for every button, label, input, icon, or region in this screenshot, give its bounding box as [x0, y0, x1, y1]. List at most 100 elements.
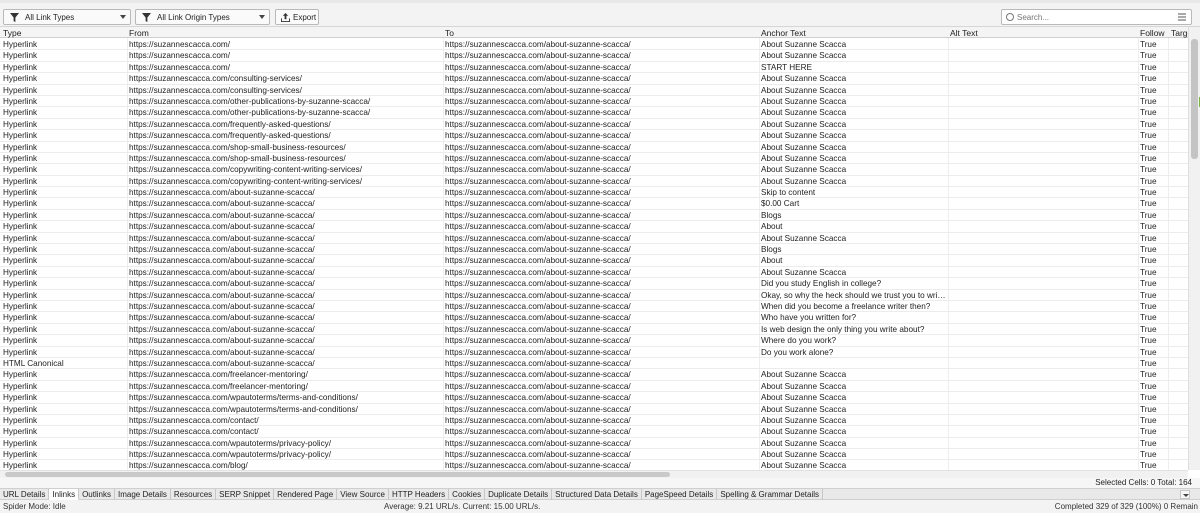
- table-row[interactable]: Hyperlink https://suzannescacca.com/shop-…: [0, 153, 1188, 165]
- table-row[interactable]: Hyperlink https://suzannescacca.com/frequ…: [0, 130, 1188, 142]
- cell-follow: True: [1140, 74, 1157, 84]
- table-row[interactable]: Hyperlink https://suzannescacca.com/conta…: [0, 426, 1188, 438]
- table-row[interactable]: Hyperlink https://suzannescacca.com/about…: [0, 221, 1188, 233]
- export-button[interactable]: Export: [275, 9, 319, 25]
- cell-to: https://suzannescacca.com/about-suzanne-…: [445, 336, 631, 346]
- search-input[interactable]: [1017, 12, 1167, 22]
- scroll-thumb[interactable]: [5, 472, 670, 477]
- table-row[interactable]: Hyperlink https://suzannescacca.com/copyw…: [0, 176, 1188, 188]
- cell-to: https://suzannescacca.com/about-suzanne-…: [445, 393, 631, 403]
- table-row[interactable]: Hyperlink https://suzannescacca.com/about…: [0, 187, 1188, 199]
- cell-type: Hyperlink: [3, 450, 38, 460]
- tab-resources[interactable]: Resources: [171, 489, 217, 500]
- tab-outlinks[interactable]: Outlinks: [79, 489, 115, 500]
- table-row[interactable]: Hyperlink https://suzannescacca.com/about…: [0, 301, 1188, 313]
- column-header-type[interactable]: Type: [3, 28, 21, 38]
- table-row[interactable]: Hyperlink https://suzannescacca.com/wpaut…: [0, 438, 1188, 450]
- tab-url-details[interactable]: URL Details: [0, 489, 50, 500]
- cell-type: Hyperlink: [3, 336, 38, 346]
- column-header-from[interactable]: From: [129, 28, 149, 38]
- table-row[interactable]: Hyperlink https://suzannescacca.com/consu…: [0, 85, 1188, 96]
- cell-from: https://suzannescacca.com/other-publicat…: [129, 108, 371, 118]
- vertical-scrollbar[interactable]: [1188, 27, 1200, 470]
- table-row[interactable]: Hyperlink https://suzannescacca.com/wpaut…: [0, 449, 1188, 461]
- table-row[interactable]: Hyperlink https://suzannescacca.com/about…: [0, 347, 1188, 358]
- table-row[interactable]: Hyperlink https://suzannescacca.com/about…: [0, 210, 1188, 222]
- cell-type: Hyperlink: [3, 165, 38, 175]
- table-row[interactable]: Hyperlink https://suzannescacca.com/consu…: [0, 73, 1188, 85]
- cell-to: https://suzannescacca.com/about-suzanne-…: [445, 176, 631, 186]
- horizontal-scrollbar[interactable]: [0, 470, 1188, 478]
- table-row[interactable]: Hyperlink https://suzannescacca.com/https…: [0, 39, 1188, 51]
- export-label: Export: [293, 12, 317, 22]
- column-header-anchor-text[interactable]: Anchor Text: [761, 28, 806, 38]
- table-row[interactable]: Hyperlink https://suzannescacca.com/copyw…: [0, 164, 1188, 176]
- export-icon: [281, 12, 290, 22]
- link-origin-types-dropdown[interactable]: All Link Origin Types: [135, 9, 270, 25]
- cell-from: https://suzannescacca.com/about-suzanne-…: [129, 245, 315, 255]
- cell-type: Hyperlink: [3, 301, 38, 311]
- search-options-icon[interactable]: [1178, 13, 1186, 21]
- cell-type: Hyperlink: [3, 438, 38, 448]
- table-row[interactable]: Hyperlink https://suzannescacca.com/shop-…: [0, 142, 1188, 153]
- table-row[interactable]: Hyperlink https://suzannescacca.com/about…: [0, 233, 1188, 245]
- cell-type: Hyperlink: [3, 313, 38, 323]
- table-row[interactable]: Hyperlink https://suzannescacca.com/about…: [0, 267, 1188, 279]
- search-box[interactable]: [1001, 9, 1192, 25]
- cell-from: https://suzannescacca.com/consulting-ser…: [129, 85, 302, 95]
- chevron-down-icon[interactable]: [1180, 490, 1190, 499]
- table-row[interactable]: Hyperlink https://suzannescacca.com/about…: [0, 244, 1188, 256]
- column-header-follow[interactable]: Follow: [1140, 28, 1165, 38]
- tab-spelling-grammar-details[interactable]: Spelling & Grammar Details: [717, 489, 824, 500]
- table-row[interactable]: Hyperlink https://suzannescacca.com/other…: [0, 107, 1188, 119]
- tab-structured-data-details[interactable]: Structured Data Details: [552, 489, 642, 500]
- cell-from: https://suzannescacca.com/contact/: [129, 415, 259, 425]
- toolbar: All Link Types All Link Origin Types Exp…: [0, 0, 1200, 27]
- scroll-thumb[interactable]: [1191, 39, 1198, 159]
- table-row[interactable]: HTML Canonical https://suzannescacca.com/…: [0, 358, 1188, 370]
- table-row[interactable]: Hyperlink https://suzannescacca.com/wpaut…: [0, 404, 1188, 415]
- tab-inlinks[interactable]: Inlinks: [49, 489, 80, 500]
- table-row[interactable]: Hyperlink https://suzannescacca.com/https…: [0, 62, 1188, 74]
- table-row[interactable]: Hyperlink https://suzannescacca.com/frequ…: [0, 119, 1188, 131]
- column-header-alt-text[interactable]: Alt Text: [950, 28, 978, 38]
- table-row[interactable]: Hyperlink https://suzannescacca.com/freel…: [0, 369, 1188, 381]
- column-header-target[interactable]: Target: [1171, 28, 1188, 38]
- table-row[interactable]: Hyperlink https://suzannescacca.com/blog/…: [0, 460, 1188, 470]
- table-row[interactable]: Hyperlink https://suzannescacca.com/about…: [0, 324, 1188, 336]
- cell-anchor-text: About Suzanne Scacca: [761, 427, 847, 437]
- cell-follow: True: [1140, 393, 1157, 403]
- cell-type: Hyperlink: [3, 347, 38, 357]
- table-row[interactable]: Hyperlink https://suzannescacca.com/about…: [0, 278, 1188, 290]
- table-row[interactable]: Hyperlink https://suzannescacca.com/about…: [0, 290, 1188, 301]
- tab-view-source[interactable]: View Source: [337, 489, 389, 500]
- cell-follow: True: [1140, 131, 1157, 141]
- cell-from: https://suzannescacca.com/other-publicat…: [129, 96, 371, 106]
- tab-http-headers[interactable]: HTTP Headers: [389, 489, 450, 500]
- cell-anchor-text: About Suzanne Scacca: [761, 415, 847, 425]
- link-types-dropdown[interactable]: All Link Types: [3, 9, 131, 25]
- table-row[interactable]: Hyperlink https://suzannescacca.com/other…: [0, 96, 1188, 108]
- tab-cookies[interactable]: Cookies: [449, 489, 486, 500]
- cell-from: https://suzannescacca.com/about-suzanne-…: [129, 256, 315, 266]
- cell-to: https://suzannescacca.com/about-suzanne-…: [445, 108, 631, 118]
- table-row[interactable]: Hyperlink https://suzannescacca.com/wpaut…: [0, 392, 1188, 404]
- tab-rendered-page[interactable]: Rendered Page: [274, 489, 338, 500]
- cell-anchor-text: About Suzanne Scacca: [761, 370, 847, 380]
- tab-pagespeed-details[interactable]: PageSpeed Details: [642, 489, 718, 500]
- table-row[interactable]: Hyperlink https://suzannescacca.com/freel…: [0, 381, 1188, 393]
- cell-to: https://suzannescacca.com/about-suzanne-…: [445, 347, 631, 357]
- tab-image-details[interactable]: Image Details: [115, 489, 171, 500]
- table-row[interactable]: Hyperlink https://suzannescacca.com/about…: [0, 255, 1188, 267]
- cell-to: https://suzannescacca.com/about-suzanne-…: [445, 96, 631, 106]
- column-header-to[interactable]: To: [445, 28, 454, 38]
- table-row[interactable]: Hyperlink https://suzannescacca.com/https…: [0, 50, 1188, 62]
- cell-to: https://suzannescacca.com/about-suzanne-…: [445, 404, 631, 414]
- table-row[interactable]: Hyperlink https://suzannescacca.com/about…: [0, 198, 1188, 210]
- table-row[interactable]: Hyperlink https://suzannescacca.com/conta…: [0, 415, 1188, 427]
- cell-anchor-text: Do you work alone?: [761, 347, 834, 357]
- tab-duplicate-details[interactable]: Duplicate Details: [485, 489, 553, 500]
- tab-serp-snippet[interactable]: SERP Snippet: [216, 489, 275, 500]
- table-row[interactable]: Hyperlink https://suzannescacca.com/about…: [0, 312, 1188, 324]
- table-row[interactable]: Hyperlink https://suzannescacca.com/about…: [0, 335, 1188, 347]
